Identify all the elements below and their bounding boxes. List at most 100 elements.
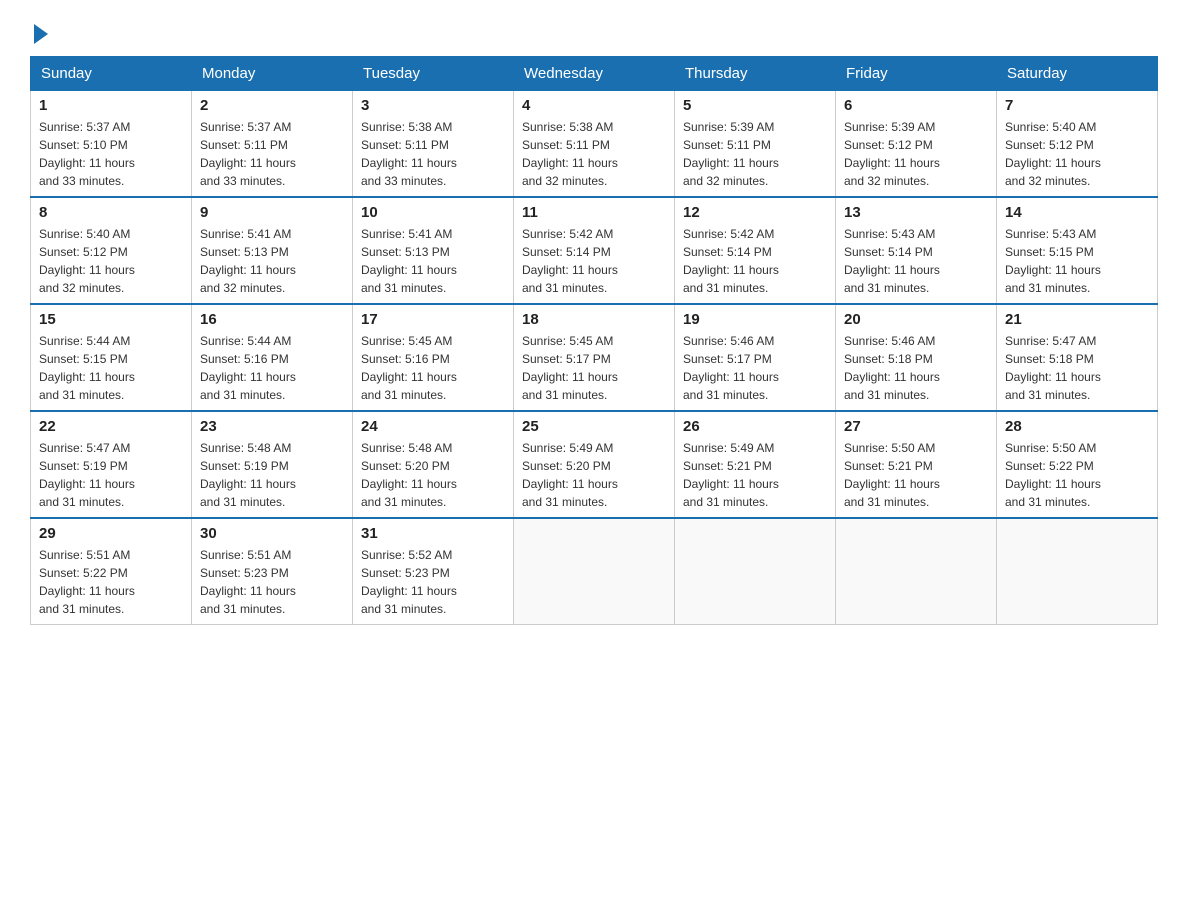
logo-arrow-icon [34,24,48,44]
day-number: 12 [683,204,827,221]
day-number: 19 [683,311,827,328]
day-number: 14 [1005,204,1149,221]
calendar-cell [514,518,675,625]
calendar-cell: 1 Sunrise: 5:37 AMSunset: 5:10 PMDaylight… [31,91,192,198]
calendar-cell: 14 Sunrise: 5:43 AMSunset: 5:15 PMDayligh… [997,197,1158,304]
calendar-cell: 20 Sunrise: 5:46 AMSunset: 5:18 PMDayligh… [836,304,997,411]
day-number: 29 [39,525,183,542]
day-info: Sunrise: 5:52 AMSunset: 5:23 PMDaylight:… [361,546,505,618]
calendar-cell: 30 Sunrise: 5:51 AMSunset: 5:23 PMDayligh… [192,518,353,625]
day-info: Sunrise: 5:49 AMSunset: 5:21 PMDaylight:… [683,439,827,511]
day-number: 28 [1005,418,1149,435]
calendar-week-row: 22 Sunrise: 5:47 AMSunset: 5:19 PMDayligh… [31,411,1158,518]
day-number: 6 [844,97,988,114]
day-number: 13 [844,204,988,221]
calendar-cell: 26 Sunrise: 5:49 AMSunset: 5:21 PMDayligh… [675,411,836,518]
day-number: 31 [361,525,505,542]
day-info: Sunrise: 5:50 AMSunset: 5:22 PMDaylight:… [1005,439,1149,511]
day-info: Sunrise: 5:43 AMSunset: 5:15 PMDaylight:… [1005,225,1149,297]
day-number: 22 [39,418,183,435]
calendar-cell: 4Sunrise: 5:38 AMSunset: 5:11 PMDaylight… [514,91,675,198]
weekday-header-thursday: Thursday [675,57,836,91]
day-number: 30 [200,525,344,542]
day-number: 9 [200,204,344,221]
day-info: Sunrise: 5:41 AMSunset: 5:13 PMDaylight:… [200,225,344,297]
day-info: Sunrise: 5:50 AMSunset: 5:21 PMDaylight:… [844,439,988,511]
calendar-cell: 6 Sunrise: 5:39 AMSunset: 5:12 PMDaylight… [836,91,997,198]
logo [30,20,48,40]
calendar-cell: 18 Sunrise: 5:45 AMSunset: 5:17 PMDayligh… [514,304,675,411]
day-info: Sunrise: 5:37 AMSunset: 5:11 PMDaylight:… [200,118,344,190]
calendar-cell: 27Sunrise: 5:50 AMSunset: 5:21 PMDayligh… [836,411,997,518]
day-number: 23 [200,418,344,435]
weekday-header-monday: Monday [192,57,353,91]
day-info: Sunrise: 5:51 AMSunset: 5:22 PMDaylight:… [39,546,183,618]
calendar-cell: 5Sunrise: 5:39 AMSunset: 5:11 PMDaylight… [675,91,836,198]
day-number: 20 [844,311,988,328]
day-number: 8 [39,204,183,221]
day-info: Sunrise: 5:45 AMSunset: 5:17 PMDaylight:… [522,332,666,404]
day-number: 21 [1005,311,1149,328]
calendar-cell: 29 Sunrise: 5:51 AMSunset: 5:22 PMDayligh… [31,518,192,625]
weekday-header-saturday: Saturday [997,57,1158,91]
weekday-header-row: SundayMondayTuesdayWednesdayThursdayFrid… [31,57,1158,91]
day-number: 26 [683,418,827,435]
calendar-cell: 17Sunrise: 5:45 AMSunset: 5:16 PMDayligh… [353,304,514,411]
calendar-cell: 21 Sunrise: 5:47 AMSunset: 5:18 PMDayligh… [997,304,1158,411]
calendar-cell: 13 Sunrise: 5:43 AMSunset: 5:14 PMDayligh… [836,197,997,304]
calendar-week-row: 1 Sunrise: 5:37 AMSunset: 5:10 PMDaylight… [31,91,1158,198]
day-number: 11 [522,204,666,221]
day-info: Sunrise: 5:47 AMSunset: 5:19 PMDaylight:… [39,439,183,511]
day-info: Sunrise: 5:47 AMSunset: 5:18 PMDaylight:… [1005,332,1149,404]
day-info: Sunrise: 5:39 AMSunset: 5:11 PMDaylight:… [683,118,827,190]
day-info: Sunrise: 5:45 AMSunset: 5:16 PMDaylight:… [361,332,505,404]
weekday-header-wednesday: Wednesday [514,57,675,91]
calendar-cell: 3 Sunrise: 5:38 AMSunset: 5:11 PMDaylight… [353,91,514,198]
day-info: Sunrise: 5:43 AMSunset: 5:14 PMDaylight:… [844,225,988,297]
day-info: Sunrise: 5:49 AMSunset: 5:20 PMDaylight:… [522,439,666,511]
calendar-cell: 2Sunrise: 5:37 AMSunset: 5:11 PMDaylight… [192,91,353,198]
calendar-cell [836,518,997,625]
calendar-week-row: 15Sunrise: 5:44 AMSunset: 5:15 PMDayligh… [31,304,1158,411]
calendar-cell: 31 Sunrise: 5:52 AMSunset: 5:23 PMDayligh… [353,518,514,625]
day-number: 18 [522,311,666,328]
day-number: 3 [361,97,505,114]
calendar-cell [675,518,836,625]
calendar-week-row: 8 Sunrise: 5:40 AMSunset: 5:12 PMDaylight… [31,197,1158,304]
calendar-cell: 28 Sunrise: 5:50 AMSunset: 5:22 PMDayligh… [997,411,1158,518]
day-number: 1 [39,97,183,114]
calendar-week-row: 29 Sunrise: 5:51 AMSunset: 5:22 PMDayligh… [31,518,1158,625]
day-info: Sunrise: 5:39 AMSunset: 5:12 PMDaylight:… [844,118,988,190]
day-info: Sunrise: 5:44 AMSunset: 5:16 PMDaylight:… [200,332,344,404]
day-number: 24 [361,418,505,435]
day-info: Sunrise: 5:46 AMSunset: 5:18 PMDaylight:… [844,332,988,404]
day-info: Sunrise: 5:38 AMSunset: 5:11 PMDaylight:… [522,118,666,190]
calendar-cell: 9 Sunrise: 5:41 AMSunset: 5:13 PMDaylight… [192,197,353,304]
day-info: Sunrise: 5:37 AMSunset: 5:10 PMDaylight:… [39,118,183,190]
calendar-cell: 23 Sunrise: 5:48 AMSunset: 5:19 PMDayligh… [192,411,353,518]
day-number: 10 [361,204,505,221]
calendar-cell: 8 Sunrise: 5:40 AMSunset: 5:12 PMDaylight… [31,197,192,304]
calendar-cell: 22 Sunrise: 5:47 AMSunset: 5:19 PMDayligh… [31,411,192,518]
calendar-cell: 16 Sunrise: 5:44 AMSunset: 5:16 PMDayligh… [192,304,353,411]
day-number: 7 [1005,97,1149,114]
day-info: Sunrise: 5:44 AMSunset: 5:15 PMDaylight:… [39,332,183,404]
calendar-table: SundayMondayTuesdayWednesdayThursdayFrid… [30,56,1158,625]
day-info: Sunrise: 5:38 AMSunset: 5:11 PMDaylight:… [361,118,505,190]
weekday-header-friday: Friday [836,57,997,91]
calendar-cell: 15Sunrise: 5:44 AMSunset: 5:15 PMDayligh… [31,304,192,411]
day-info: Sunrise: 5:40 AMSunset: 5:12 PMDaylight:… [39,225,183,297]
day-number: 25 [522,418,666,435]
page-header [30,20,1158,40]
weekday-header-tuesday: Tuesday [353,57,514,91]
day-info: Sunrise: 5:42 AMSunset: 5:14 PMDaylight:… [683,225,827,297]
day-info: Sunrise: 5:51 AMSunset: 5:23 PMDaylight:… [200,546,344,618]
day-info: Sunrise: 5:48 AMSunset: 5:19 PMDaylight:… [200,439,344,511]
calendar-cell: 11Sunrise: 5:42 AMSunset: 5:14 PMDayligh… [514,197,675,304]
day-number: 16 [200,311,344,328]
calendar-cell: 24 Sunrise: 5:48 AMSunset: 5:20 PMDayligh… [353,411,514,518]
calendar-cell: 10Sunrise: 5:41 AMSunset: 5:13 PMDayligh… [353,197,514,304]
day-info: Sunrise: 5:48 AMSunset: 5:20 PMDaylight:… [361,439,505,511]
day-info: Sunrise: 5:40 AMSunset: 5:12 PMDaylight:… [1005,118,1149,190]
calendar-cell: 12 Sunrise: 5:42 AMSunset: 5:14 PMDayligh… [675,197,836,304]
